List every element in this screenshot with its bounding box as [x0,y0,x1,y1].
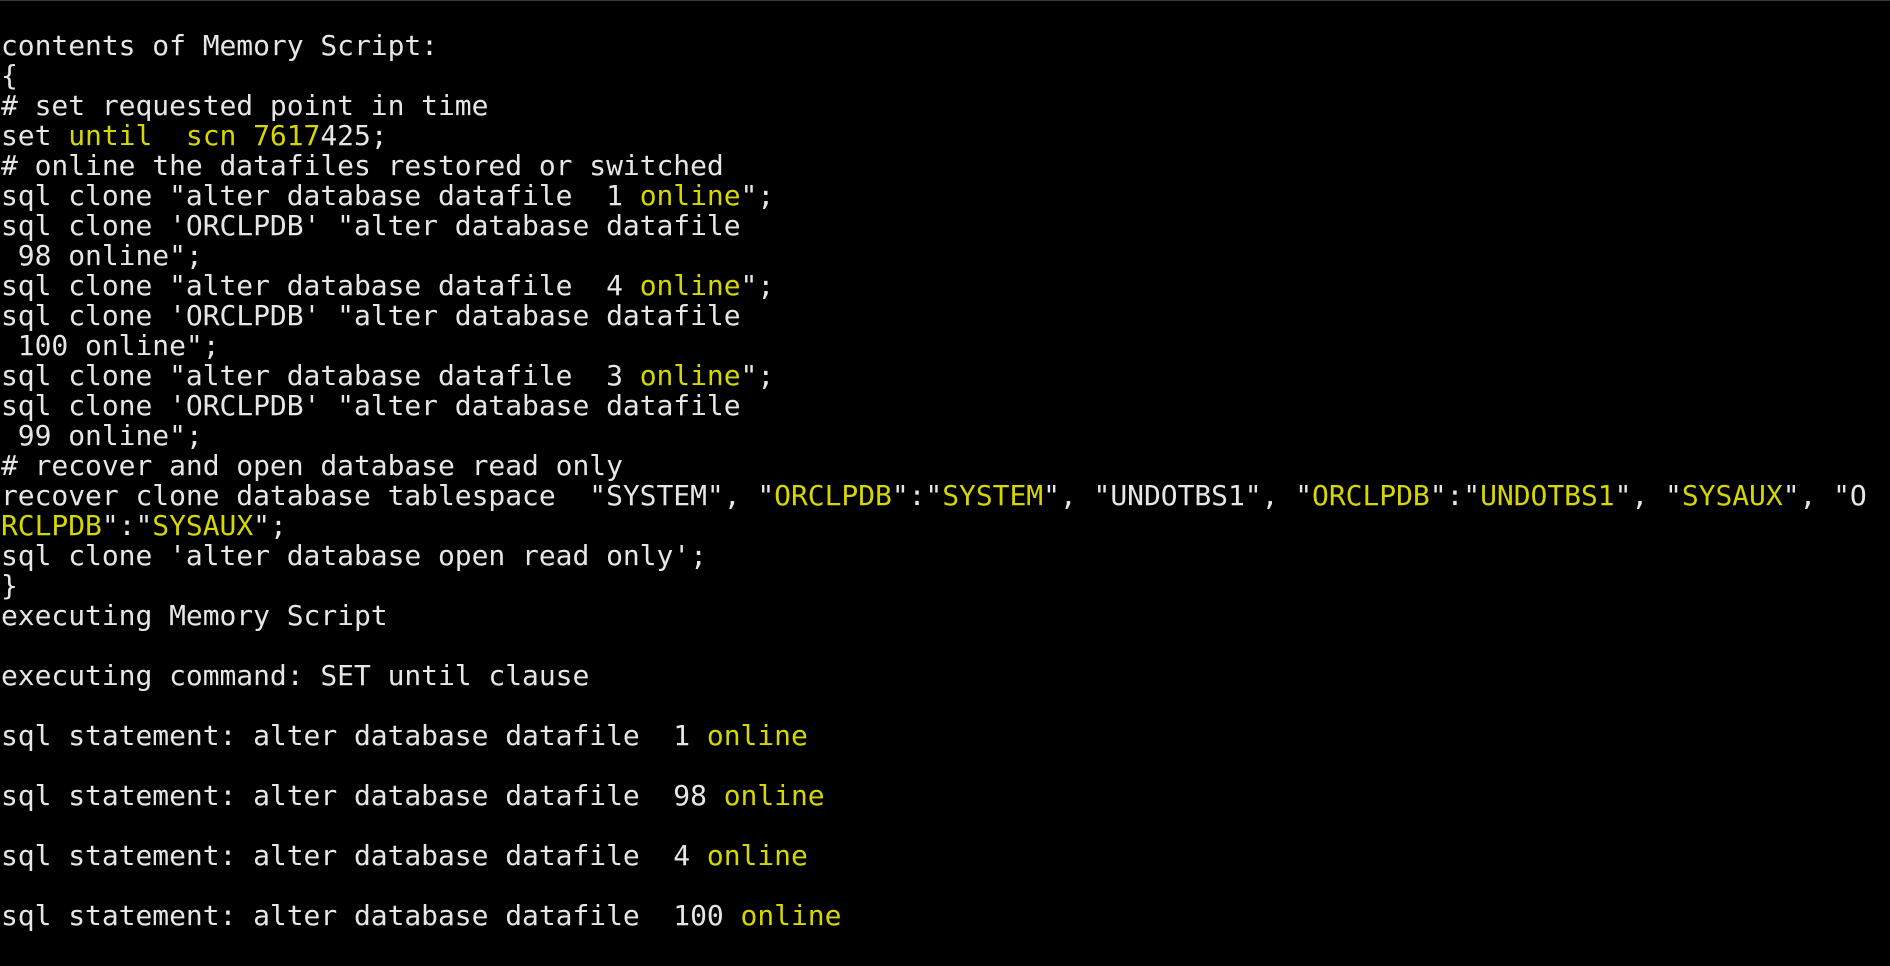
highlighted-text: online [639,359,741,392]
terminal-text: } [1,569,18,602]
highlighted-text: until scn 7617 [68,119,321,152]
terminal-text: executing command: SET until clause [1,659,590,692]
terminal-text: sql statement: alter database datafile 4 [1,839,707,872]
terminal-text: sql clone 'ORCLPDB' "alter database data… [1,299,741,332]
highlighted-text: SYSAUX [152,509,254,542]
terminal-text: # online the datafiles restored or switc… [1,149,724,182]
highlighted-text: SYSTEM [942,479,1044,512]
terminal-line: sql clone 'alter database open read only… [1,541,1867,571]
terminal-line: 98 online"; [1,241,1867,271]
terminal-text: sql clone 'ORCLPDB' "alter database data… [1,209,741,242]
highlighted-text: online [706,839,808,872]
terminal-output: contents of Memory Script:{# set request… [1,31,1867,931]
terminal-line: # set requested point in time [1,91,1867,121]
terminal-line: set until scn 7617425; [1,121,1867,151]
terminal-text: sql statement: alter database datafile 1 [1,719,707,752]
terminal-text: executing Memory Script [1,599,388,632]
terminal-line: sql clone 'ORCLPDB' "alter database data… [1,211,1867,241]
terminal-text: sql clone "alter database datafile 1 [1,179,640,212]
terminal-line: 100 online"; [1,331,1867,361]
terminal-line: sql clone "alter database datafile 4 onl… [1,271,1867,301]
highlighted-text: ORCLPDB [1312,479,1430,512]
terminal-line: executing command: SET until clause [1,661,1867,691]
terminal-line: { [1,61,1867,91]
terminal-line: # online the datafiles restored or switc… [1,151,1867,181]
terminal-text: # recover and open database read only [1,449,623,482]
terminal-line: contents of Memory Script: [1,31,1867,61]
terminal-text: sql statement: alter database datafile 1… [1,899,741,932]
terminal-line: sql clone "alter database datafile 1 onl… [1,181,1867,211]
highlighted-text: online [740,899,842,932]
terminal-line: 99 online"; [1,421,1867,451]
terminal-line: sql statement: alter database datafile 9… [1,781,1867,811]
terminal-text: ", " [1614,479,1682,512]
terminal-text: sql statement: alter database datafile 9… [1,779,724,812]
terminal-text: { [1,59,18,92]
terminal-text: sql clone "alter database datafile 3 [1,359,640,392]
terminal-text: ":" [101,509,153,542]
highlighted-text: online [706,719,808,752]
highlighted-text: RCLPDB [1,509,102,542]
highlighted-text: UNDOTBS1 [1480,479,1615,512]
terminal-line: sql statement: alter database datafile 1… [1,721,1867,751]
terminal-text: 425; [320,119,388,152]
highlighted-text: online [723,779,825,812]
terminal-text: 99 online"; [1,419,203,452]
terminal-text: set [1,119,69,152]
terminal-line: sql clone "alter database datafile 3 onl… [1,361,1867,391]
terminal-line: recover clone database tablespace "SYSTE… [1,481,1867,511]
terminal-text: sql clone 'ORCLPDB' "alter database data… [1,389,741,422]
terminal-text: ", "O [1782,479,1867,512]
terminal-text: 100 online"; [1,329,220,362]
terminal-window[interactable]: contents of Memory Script:{# set request… [0,0,1890,966]
terminal-line: RCLPDB":"SYSAUX"; [1,511,1867,541]
terminal-text: sql clone "alter database datafile 4 [1,269,640,302]
terminal-text: ":" [891,479,943,512]
terminal-line: sql clone 'ORCLPDB' "alter database data… [1,391,1867,421]
terminal-line: executing Memory Script [1,601,1867,631]
terminal-text: 98 online"; [1,239,203,272]
terminal-line: } [1,571,1867,601]
terminal-text: "; [740,359,775,392]
terminal-text: "; [740,179,775,212]
terminal-line: sql statement: alter database datafile 1… [1,901,1867,931]
terminal-text: ":" [1429,479,1481,512]
terminal-text: "; [253,509,287,542]
terminal-text: ", "UNDOTBS1", " [1043,479,1313,512]
terminal-line: sql statement: alter database datafile 4… [1,841,1867,871]
terminal-text: recover clone database tablespace "SYSTE… [1,479,775,512]
highlighted-text: ORCLPDB [774,479,892,512]
terminal-text: "; [740,269,775,302]
terminal-line: sql clone 'ORCLPDB' "alter database data… [1,301,1867,331]
highlighted-text: SYSAUX [1681,479,1783,512]
terminal-text: # set requested point in time [1,89,489,122]
terminal-text: sql clone 'alter database open read only… [1,539,707,572]
terminal-line: # recover and open database read only [1,451,1867,481]
highlighted-text: online [639,179,741,212]
terminal-text: contents of Memory Script: [1,29,438,62]
highlighted-text: online [639,269,741,302]
